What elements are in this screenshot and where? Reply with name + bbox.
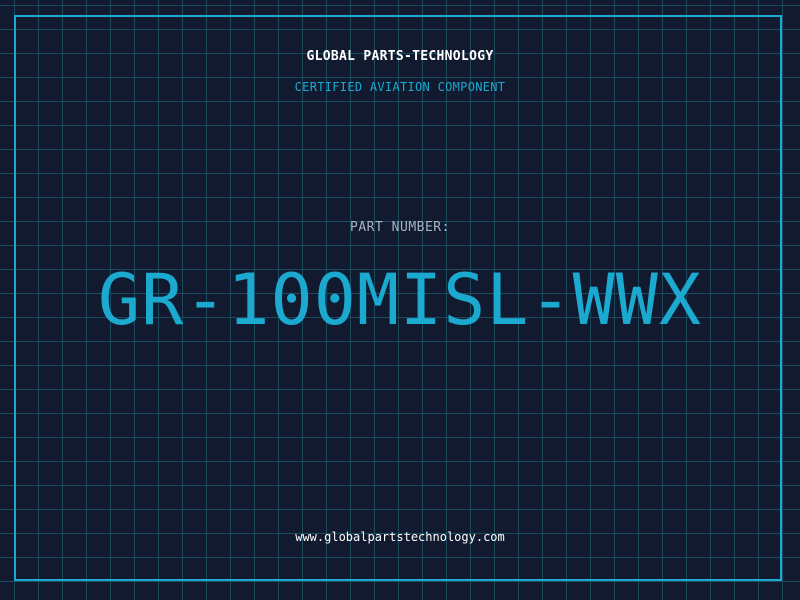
website-url: www.globalpartstechnology.com <box>295 530 505 544</box>
part-card: GLOBAL PARTS-TECHNOLOGY CERTIFIED AVIATI… <box>0 0 800 600</box>
company-name: GLOBAL PARTS-TECHNOLOGY <box>306 49 494 64</box>
part-number-value: GR-100MISL-WWX <box>97 259 702 341</box>
part-number-label: PART NUMBER: <box>350 220 450 235</box>
certification-tagline: CERTIFIED AVIATION COMPONENT <box>294 80 506 94</box>
